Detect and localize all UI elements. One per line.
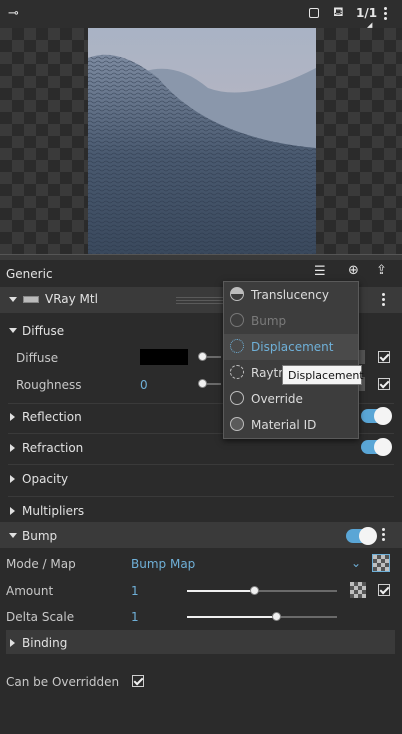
diffuse-color-swatch[interactable] xyxy=(140,349,188,365)
refraction-title[interactable]: Refraction xyxy=(22,441,83,455)
refraction-toggle[interactable] xyxy=(361,438,392,456)
amount-slider-track[interactable] xyxy=(187,590,337,592)
menu-item-displacement[interactable]: Displacement xyxy=(224,334,358,360)
bump-title[interactable]: Bump xyxy=(22,529,57,543)
reflection-title[interactable]: Reflection xyxy=(22,410,82,424)
link-icon[interactable]: ⊸ xyxy=(8,7,19,21)
add-layer-menu: Translucency Bump Displacement Raytrace … xyxy=(223,281,359,439)
more-options-icon[interactable] xyxy=(384,7,388,22)
preview-render-image xyxy=(88,28,316,254)
translucency-icon xyxy=(230,287,244,301)
bump-map-slot[interactable] xyxy=(372,554,390,572)
amount-slider-thumb[interactable] xyxy=(249,586,259,595)
square-icon[interactable] xyxy=(309,8,319,18)
binding-expand-icon[interactable] xyxy=(10,639,15,647)
preview-divider[interactable] xyxy=(0,254,402,260)
roughness-checkbox[interactable] xyxy=(378,378,390,390)
roughness-slider-track[interactable] xyxy=(207,383,221,385)
bump-options-icon[interactable] xyxy=(382,528,386,543)
amount-label: Amount xyxy=(6,584,54,598)
material-id-icon xyxy=(230,417,244,431)
delta-scale-slider-track[interactable] xyxy=(187,616,337,618)
amount-checkbox[interactable] xyxy=(378,584,390,596)
amount-value[interactable]: 1 xyxy=(131,584,139,598)
divider xyxy=(8,464,394,465)
drag-handle-icon[interactable] xyxy=(176,296,226,304)
bump-icon xyxy=(230,313,244,327)
panel-title: Generic xyxy=(6,267,53,281)
diffuse-section-title[interactable]: Diffuse xyxy=(22,324,64,338)
raytrace-icon xyxy=(230,365,244,379)
menu-item-label: Override xyxy=(251,392,303,406)
mode-map-value[interactable]: Bump Map xyxy=(131,557,195,571)
bump-toggle[interactable] xyxy=(346,527,377,545)
reflection-expand-icon[interactable] xyxy=(10,413,15,421)
can-be-overridden-checkbox[interactable] xyxy=(132,675,144,687)
delta-scale-value[interactable]: 1 xyxy=(131,610,139,624)
divider xyxy=(8,496,394,497)
add-layer-icon[interactable]: ⊕ xyxy=(348,264,359,278)
menu-item-translucency[interactable]: Translucency xyxy=(224,282,358,308)
collapse-arrow-icon[interactable] xyxy=(9,297,17,302)
add-stack-icon[interactable]: ⇪ xyxy=(376,264,387,278)
diffuse-slider-thumb[interactable] xyxy=(198,352,207,361)
tooltip: Displacement xyxy=(282,365,364,385)
top-toolbar: ⊸ ⛾ 1/1 ◢ xyxy=(0,0,402,29)
roughness-slider-thumb[interactable] xyxy=(198,379,207,388)
delta-scale-slider-thumb[interactable] xyxy=(272,612,281,621)
menu-item-label: Displacement xyxy=(251,340,334,354)
binding-title[interactable]: Binding xyxy=(22,636,67,650)
diffuse-checkbox[interactable] xyxy=(378,351,390,363)
diffuse-collapse-icon[interactable] xyxy=(9,328,17,333)
multipliers-title[interactable]: Multipliers xyxy=(22,504,84,518)
sliders-icon[interactable]: ☰ xyxy=(314,265,326,279)
multipliers-expand-icon[interactable] xyxy=(10,507,15,515)
menu-item-override[interactable]: Override xyxy=(224,386,358,412)
bump-collapse-icon[interactable] xyxy=(9,533,17,538)
chevron-down-icon[interactable]: ⌄ xyxy=(351,556,361,570)
roughness-value[interactable]: 0 xyxy=(140,378,148,392)
override-icon xyxy=(230,391,244,405)
menu-item-bump: Bump xyxy=(224,308,358,334)
reflection-toggle[interactable] xyxy=(361,407,392,425)
checker-icon xyxy=(373,555,389,571)
refraction-expand-icon[interactable] xyxy=(10,444,15,452)
menu-item-label: Material ID xyxy=(251,418,317,432)
material-preview xyxy=(0,28,402,254)
diffuse-label: Diffuse xyxy=(16,351,59,365)
material-options-icon[interactable] xyxy=(382,293,386,308)
delta-scale-slider-fill xyxy=(187,616,277,618)
material-name: VRay Mtl xyxy=(45,292,98,306)
can-be-overridden-label: Can be Overridden xyxy=(6,675,120,689)
menu-item-label: Translucency xyxy=(251,288,329,302)
opacity-title[interactable]: Opacity xyxy=(22,472,68,486)
delta-scale-label: Delta Scale xyxy=(6,610,75,624)
material-swatch-icon xyxy=(23,296,39,303)
roughness-label: Roughness xyxy=(16,378,82,392)
displacement-icon xyxy=(230,339,244,353)
menu-item-label: Bump xyxy=(251,314,287,328)
mode-map-label: Mode / Map xyxy=(6,557,76,571)
amount-map-slot[interactable] xyxy=(350,582,366,598)
opacity-expand-icon[interactable] xyxy=(10,475,15,483)
menu-item-material-id[interactable]: Material ID xyxy=(224,412,358,438)
amount-slider-fill xyxy=(187,590,255,592)
teapot-icon[interactable]: ⛾ xyxy=(333,6,344,20)
bump-header[interactable] xyxy=(0,522,402,548)
diffuse-slider-track[interactable] xyxy=(207,356,221,358)
